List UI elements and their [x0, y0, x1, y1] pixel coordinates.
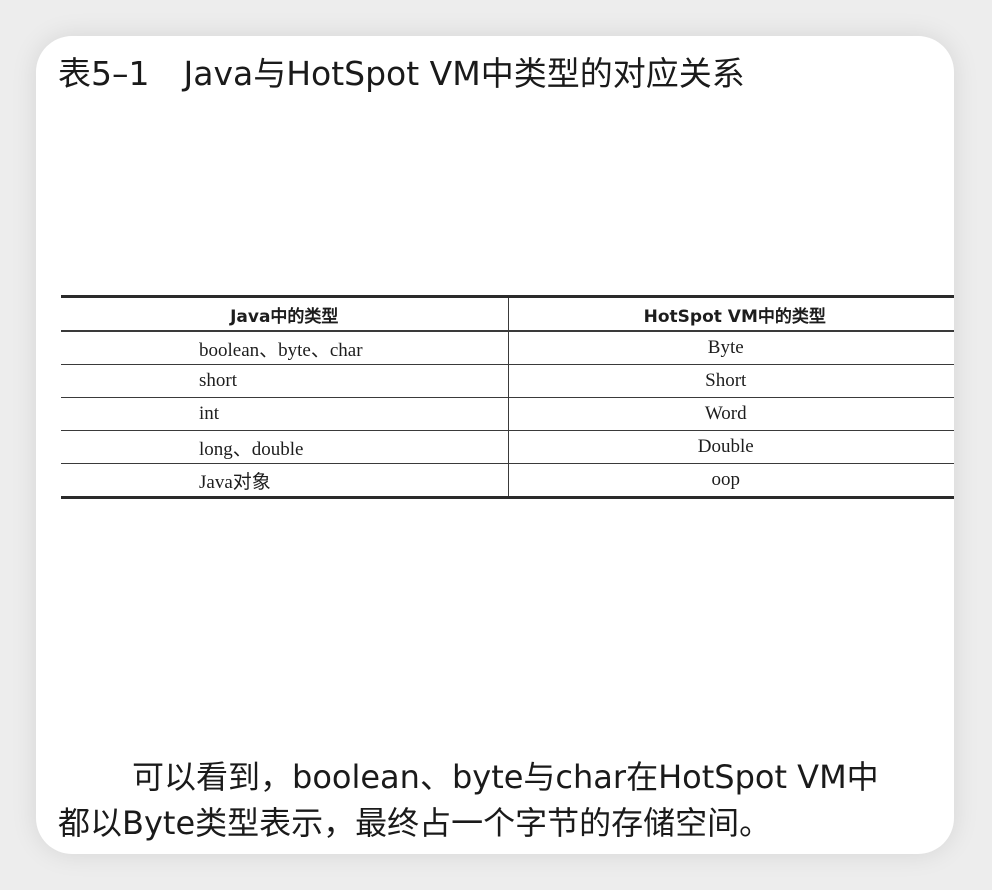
java-type-cell: short — [199, 370, 237, 391]
table-header-row: Java中的类型 HotSpot VM中的类型 — [61, 296, 954, 331]
header-java-type: Java中的类型 — [230, 306, 339, 327]
table-row: long、double Double — [61, 430, 954, 464]
hotspot-type-cell: oop — [507, 463, 954, 498]
table-caption-text: Java与HotSpot VM中类型的对应关系 — [183, 54, 745, 93]
java-type-cell: long、double — [199, 438, 304, 460]
type-mapping-table: Java中的类型 HotSpot VM中的类型 boolean、byte、cha… — [61, 295, 954, 499]
java-type-cell: boolean、byte、char — [199, 339, 363, 361]
table-caption-number: 表5–1 — [58, 54, 150, 93]
table-caption: 表5–1 Java与HotSpot VM中类型的对应关系 — [58, 53, 745, 95]
explanation-paragraph: 可以看到，boolean、byte与char在HotSpot VM中 都以Byt… — [58, 754, 948, 846]
hotspot-type-cell: Byte — [507, 331, 954, 365]
java-type-cell: int — [199, 403, 220, 424]
hotspot-type-cell: Word — [507, 397, 954, 431]
header-hotspot-type: HotSpot VM中的类型 — [507, 296, 954, 331]
table-row: Java对象 oop — [61, 463, 954, 498]
hotspot-type-cell: Short — [507, 364, 954, 398]
type-mapping-table-wrapper: Java中的类型 HotSpot VM中的类型 boolean、byte、cha… — [61, 295, 954, 499]
table-row: short Short — [61, 364, 954, 398]
content-card: 表5–1 Java与HotSpot VM中类型的对应关系 Java中的类型 Hot… — [36, 36, 954, 854]
hotspot-type-cell: Double — [507, 430, 954, 464]
table-row: boolean、byte、char Byte — [61, 331, 954, 365]
table-row: int Word — [61, 397, 954, 431]
paragraph-line-2: 都以Byte类型表示，最终占一个字节的存储空间。 — [58, 804, 772, 842]
java-type-cell: Java对象 — [199, 471, 271, 493]
paragraph-line-1: 可以看到，boolean、byte与char在HotSpot VM中 — [132, 758, 879, 796]
